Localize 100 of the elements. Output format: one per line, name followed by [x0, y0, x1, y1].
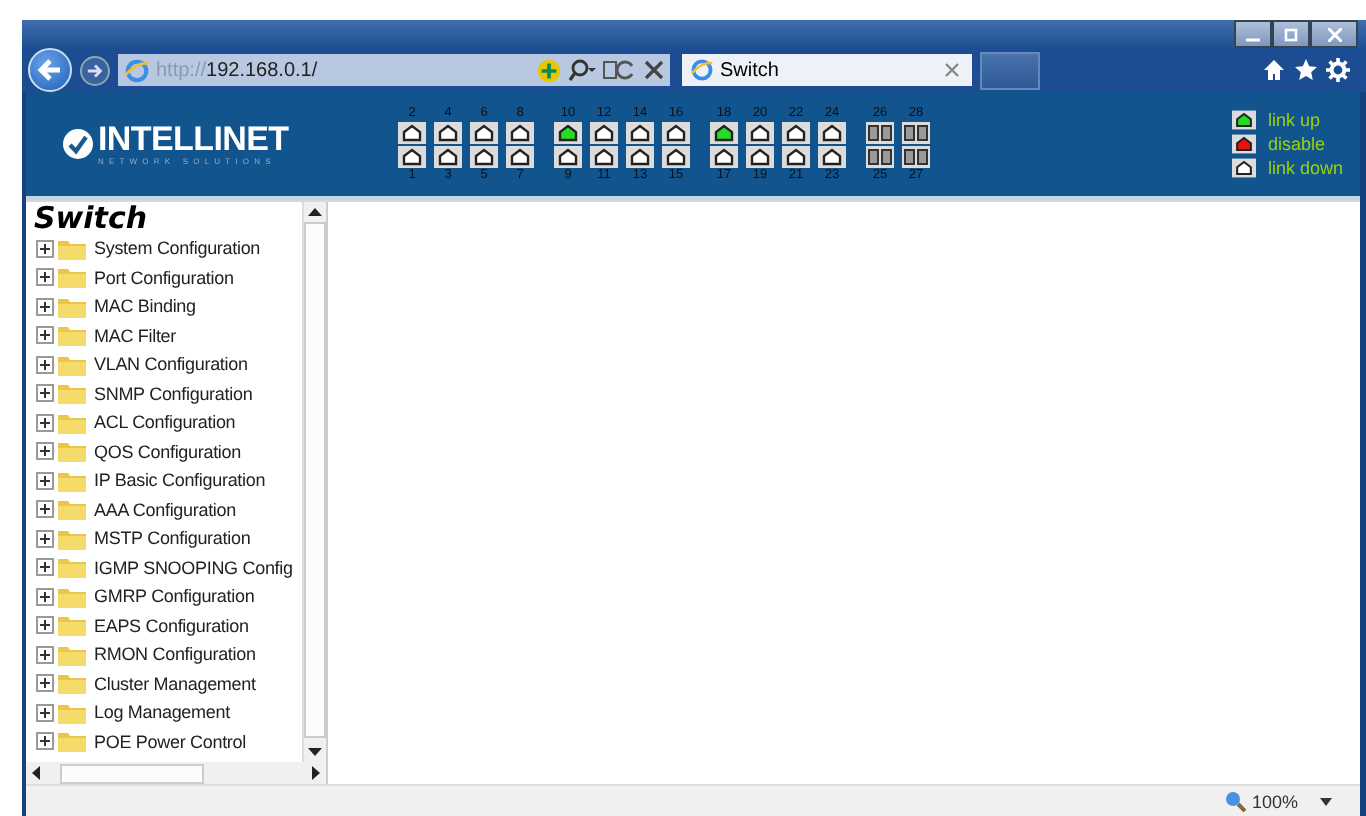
expand-icon[interactable]: [36, 471, 54, 490]
back-arrow-icon: [36, 56, 64, 84]
refresh-icon[interactable]: [602, 58, 638, 82]
ethernet-port-icon[interactable]: [554, 145, 582, 167]
ethernet-port-icon[interactable]: [590, 121, 618, 143]
tree-item[interactable]: System Configuration: [94, 238, 261, 259]
home-icon[interactable]: [1262, 58, 1286, 82]
back-button[interactable]: [28, 48, 72, 92]
tree-item[interactable]: RMON Configuration: [94, 644, 256, 665]
expand-icon[interactable]: [36, 645, 54, 664]
expand-icon[interactable]: [36, 239, 54, 258]
star-icon[interactable]: [1294, 58, 1318, 82]
fiber-port-icon[interactable]: [902, 121, 930, 143]
tree-item[interactable]: MAC Binding: [94, 296, 196, 317]
tree-item[interactable]: AAA Configuration: [94, 499, 236, 520]
folder-icon: [58, 382, 86, 405]
close-icon[interactable]: [944, 62, 960, 78]
folder-icon: [58, 730, 86, 753]
scroll-left-icon[interactable]: [30, 766, 44, 780]
tree-item[interactable]: Cluster Management: [94, 673, 256, 694]
folder-icon: [58, 701, 86, 724]
caret-icon[interactable]: [1320, 797, 1332, 805]
tree-item[interactable]: EAPS Configuration: [94, 615, 249, 636]
expand-icon[interactable]: [36, 297, 54, 316]
expand-icon[interactable]: [36, 326, 54, 345]
tree-item[interactable]: IGMP SNOOPING Config: [94, 557, 293, 578]
ethernet-port-icon[interactable]: [746, 145, 774, 167]
tree-item[interactable]: QOS Configuration: [94, 441, 241, 462]
folder-icon: [58, 237, 86, 260]
ethernet-port-icon[interactable]: [662, 145, 690, 167]
browser-tab[interactable]: Switch: [682, 54, 972, 86]
forward-button[interactable]: [80, 55, 110, 85]
browser-logo-icon: [690, 58, 714, 82]
tree-item[interactable]: MSTP Configuration: [94, 528, 251, 549]
expand-icon[interactable]: [36, 500, 54, 519]
tree-item[interactable]: Port Configuration: [94, 267, 234, 288]
expand-icon[interactable]: [36, 355, 54, 374]
ethernet-port-icon[interactable]: [398, 145, 426, 167]
ethernet-port-icon[interactable]: [626, 145, 654, 167]
forward-arrow-icon: [86, 61, 104, 79]
folder-icon: [58, 295, 86, 318]
ethernet-port-icon[interactable]: [590, 145, 618, 167]
legend-label: disable: [1268, 133, 1326, 155]
ethernet-port-icon[interactable]: [434, 145, 462, 167]
expand-icon[interactable]: [36, 442, 54, 461]
tree-item[interactable]: MAC Filter: [94, 325, 176, 346]
ethernet-port-icon[interactable]: [506, 145, 534, 167]
ethernet-port-icon[interactable]: [782, 121, 810, 143]
ethernet-port-icon[interactable]: [710, 145, 738, 167]
tree-item[interactable]: Log Management: [94, 702, 230, 723]
expand-icon[interactable]: [36, 616, 54, 635]
folder-icon: [58, 469, 86, 492]
tree-item[interactable]: SNMP Configuration: [94, 383, 253, 404]
vertical-scrollbar[interactable]: [302, 202, 326, 762]
legend-label: link up: [1268, 109, 1321, 131]
ethernet-port-icon[interactable]: [434, 121, 462, 143]
expand-icon[interactable]: [36, 529, 54, 548]
ethernet-port-icon[interactable]: [818, 145, 846, 167]
tree-item[interactable]: VLAN Configuration: [94, 354, 248, 375]
fiber-port-icon[interactable]: [902, 145, 930, 167]
ethernet-port-icon[interactable]: [398, 121, 426, 143]
expand-icon[interactable]: [36, 732, 54, 751]
folder-icon: [58, 353, 86, 376]
ethernet-port-icon[interactable]: [626, 121, 654, 143]
tree-item[interactable]: IP Basic Configuration: [94, 470, 266, 491]
ethernet-port-icon[interactable]: [662, 121, 690, 143]
ethernet-port-icon[interactable]: [506, 121, 534, 143]
tree-item[interactable]: POE Power Control: [94, 731, 246, 752]
ethernet-port-icon[interactable]: [782, 145, 810, 167]
expand-icon[interactable]: [36, 413, 54, 432]
folder-icon: [58, 498, 86, 521]
browser-logo-icon: [124, 57, 150, 83]
ethernet-port-icon[interactable]: [746, 121, 774, 143]
ethernet-port-icon[interactable]: [710, 121, 738, 143]
folder-icon: [58, 411, 86, 434]
horizontal-scrollbar[interactable]: [26, 762, 326, 784]
scroll-right-icon[interactable]: [308, 766, 322, 780]
expand-icon[interactable]: [36, 703, 54, 722]
port-status-icon: [1232, 158, 1256, 178]
expand-icon[interactable]: [36, 268, 54, 287]
ethernet-port-icon[interactable]: [470, 121, 498, 143]
folder-icon: [58, 672, 86, 695]
zoom-icon[interactable]: [1223, 790, 1246, 812]
stop-icon[interactable]: [644, 60, 664, 80]
fiber-port-icon[interactable]: [866, 121, 894, 143]
tree-item[interactable]: GMRP Configuration: [94, 586, 255, 607]
folder-icon: [58, 266, 86, 289]
zoom-level[interactable]: 100%: [1251, 791, 1298, 811]
expand-icon[interactable]: [36, 674, 54, 693]
folder-icon: [58, 440, 86, 463]
fiber-port-icon[interactable]: [866, 145, 894, 167]
expand-icon[interactable]: [36, 587, 54, 606]
ethernet-port-icon[interactable]: [554, 121, 582, 143]
tree-item[interactable]: ACL Configuration: [94, 412, 236, 433]
expand-icon[interactable]: [36, 558, 54, 577]
expand-icon[interactable]: [36, 384, 54, 403]
settings-icon[interactable]: [1326, 58, 1350, 82]
ethernet-port-icon[interactable]: [818, 121, 846, 143]
search-icon[interactable]: [568, 58, 596, 82]
ethernet-port-icon[interactable]: [470, 145, 498, 167]
